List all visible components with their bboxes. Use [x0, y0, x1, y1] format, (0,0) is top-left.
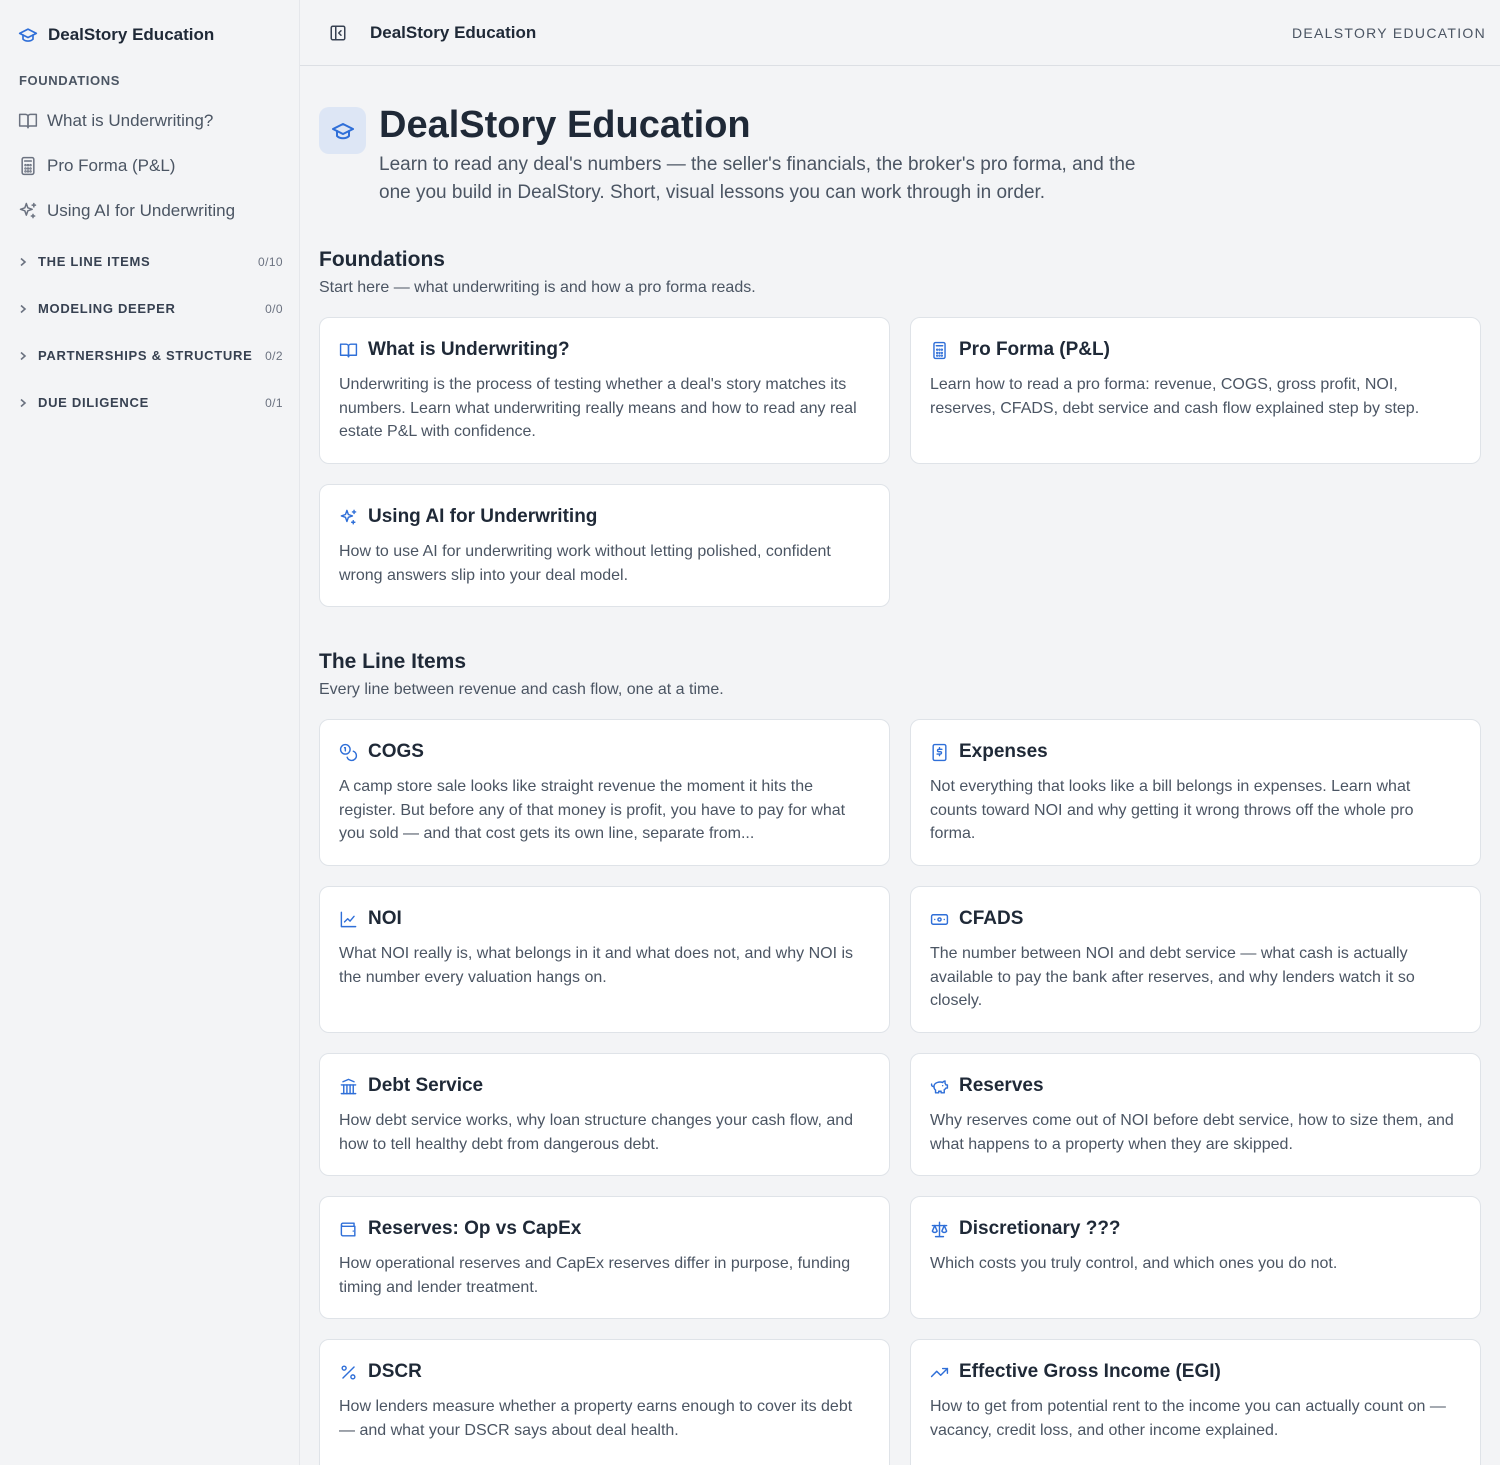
chevron-right-icon [18, 304, 28, 314]
graduation-cap-icon [319, 107, 366, 154]
sidebar-group-label: THE LINE ITEMS [38, 254, 151, 269]
lesson-card-discretionary[interactable]: Discretionary ??? Which costs you truly … [910, 1196, 1481, 1319]
lesson-card-title: Discretionary ??? [959, 1218, 1121, 1239]
lesson-card-description: How debt service works, why loan structu… [339, 1112, 854, 1153]
line-chart-icon [339, 910, 358, 929]
sidebar-group-count: 0/1 [265, 395, 283, 410]
section-title: The Line Items [319, 650, 467, 673]
sidebar-item-label: What is Underwriting? [47, 110, 214, 130]
lesson-card-pro-forma[interactable]: Pro Forma (P&L) Learn how to read a pro … [910, 317, 1481, 464]
sidebar-group-modeling-deeper[interactable]: MODELING DEEPER 0/0 [0, 285, 299, 332]
calculator-icon [930, 341, 949, 360]
lesson-card-description: The number between NOI and debt service … [930, 945, 1415, 1009]
lesson-card-description: What NOI really is, what belongs in it a… [339, 945, 854, 986]
lesson-card-debt-service[interactable]: Debt Service How debt service works, why… [319, 1053, 890, 1176]
banknote-icon [930, 910, 949, 929]
book-icon [18, 111, 38, 131]
lesson-card-title: Reserves: Op vs CapEx [368, 1218, 582, 1239]
lesson-card-title: Pro Forma (P&L) [959, 339, 1110, 360]
section-subtitle: Every line between revenue and cash flow… [319, 681, 724, 698]
lesson-card-description: Underwriting is the process of testing w… [339, 376, 857, 440]
lesson-card-title: Debt Service [368, 1075, 484, 1096]
main-content: DealStory Education Learn to read any de… [319, 67, 1481, 1465]
sidebar-group-partnerships[interactable]: PARTNERSHIPS & STRUCTURE 0/2 [0, 332, 299, 379]
sidebar-group-count: 0/0 [265, 301, 283, 316]
chevron-right-icon [18, 398, 28, 408]
sidebar-item-label: Pro Forma (P&L) [47, 155, 176, 175]
section-title: Foundations [319, 248, 445, 271]
sidebar-group-count: 0/2 [265, 348, 283, 363]
lesson-card-description: How lenders measure whether a property e… [339, 1398, 853, 1439]
sidebar-toggle-icon[interactable] [328, 23, 348, 43]
lesson-card-reserves[interactable]: Reserves Why reserves come out of NOI be… [910, 1053, 1481, 1176]
lesson-card-description: How to get from potential rent to the in… [930, 1398, 1446, 1439]
sidebar-item-pro-forma[interactable]: Pro Forma (P&L) [18, 143, 299, 188]
section-line-items: The Line Items Every line between revenu… [319, 650, 1481, 1465]
page-subtitle: Learn to read any deal's numbers — the s… [379, 154, 1136, 203]
lesson-card-noi[interactable]: NOI What NOI really is, what belongs in … [319, 886, 890, 1033]
sidebar-group-due-diligence[interactable]: DUE DILIGENCE 0/1 [0, 379, 299, 426]
lesson-card-cogs[interactable]: COGS A camp store sale looks like straig… [319, 719, 890, 866]
lesson-card-title: Effective Gross Income (EGI) [959, 1361, 1221, 1382]
chevron-right-icon [18, 351, 28, 361]
chevron-right-icon [18, 257, 28, 267]
lesson-card-title: COGS [368, 741, 424, 762]
lesson-card-description: Learn how to read a pro forma: revenue, … [930, 376, 1420, 417]
scale-icon [930, 1220, 949, 1239]
lesson-card-description: Which costs you truly control, and which… [930, 1255, 1338, 1272]
calculator-icon [18, 156, 38, 176]
trending-up-icon [930, 1363, 949, 1382]
lesson-card-title: Using AI for Underwriting [368, 506, 598, 527]
sidebar-group-label: DUE DILIGENCE [38, 395, 149, 410]
lesson-card-title: NOI [368, 908, 402, 929]
sidebar-item-what-is-underwriting[interactable]: What is Underwriting? [18, 98, 299, 143]
coins-icon [339, 743, 358, 762]
wallet-icon [339, 1220, 358, 1239]
section-subtitle: Start here — what underwriting is and ho… [319, 279, 756, 296]
top-bar-brand: DEALSTORY EDUCATION [1291, 24, 1486, 41]
sidebar-brand-label: DealStory Education [48, 25, 215, 44]
lesson-card-dscr[interactable]: DSCR How lenders measure whether a prope… [319, 1339, 890, 1465]
lesson-card-description: Why reserves come out of NOI before debt… [930, 1112, 1454, 1153]
sidebar-group-label: PARTNERSHIPS & STRUCTURE [38, 348, 253, 363]
sidebar-group-label: MODELING DEEPER [38, 301, 176, 316]
lesson-card-reserves-op-vs-capex[interactable]: Reserves: Op vs CapEx How operational re… [319, 1196, 890, 1319]
top-bar-title: DealStory Education [370, 22, 537, 42]
sparkles-icon [339, 508, 358, 527]
sidebar-group-line-items[interactable]: THE LINE ITEMS 0/10 [0, 238, 299, 285]
lesson-card-description: How to use AI for underwriting work with… [339, 543, 831, 584]
sidebar-item-using-ai[interactable]: Using AI for Underwriting [18, 188, 299, 233]
book-icon [339, 341, 358, 360]
top-bar: DealStory Education DEALSTORY EDUCATION [300, 0, 1500, 66]
sparkles-icon [18, 201, 38, 221]
piggy-bank-icon [930, 1077, 949, 1096]
lesson-card-title: DSCR [368, 1361, 422, 1382]
lesson-card-what-is-underwriting[interactable]: What is Underwriting? Underwriting is th… [319, 317, 890, 464]
lesson-card-title: What is Underwriting? [368, 339, 570, 360]
lesson-card-description: Not everything that looks like a bill be… [930, 778, 1414, 842]
lesson-card-expenses[interactable]: Expenses Not everything that looks like … [910, 719, 1481, 866]
sidebar-section-label: FOUNDATIONS [19, 73, 120, 88]
hero: DealStory Education Learn to read any de… [319, 104, 1481, 207]
graduation-cap-icon [18, 25, 38, 45]
bank-icon [339, 1077, 358, 1096]
lesson-card-using-ai[interactable]: Using AI for Underwriting How to use AI … [319, 484, 890, 607]
sidebar-brand[interactable]: DealStory Education [0, 0, 299, 46]
lesson-card-title: CFADS [959, 908, 1024, 929]
lesson-card-description: A camp store sale looks like straight re… [339, 778, 846, 842]
lesson-card-description: How operational reserves and CapEx reser… [339, 1255, 851, 1296]
lesson-card-title: Reserves [959, 1075, 1044, 1096]
lesson-card-egi[interactable]: Effective Gross Income (EGI) How to get … [910, 1339, 1481, 1465]
sidebar-item-label: Using AI for Underwriting [47, 200, 236, 220]
page-title: DealStory Education [379, 104, 751, 146]
lesson-card-title: Expenses [959, 741, 1048, 762]
percent-icon [339, 1363, 358, 1382]
sidebar: DealStory Education FOUNDATIONS What is … [0, 0, 300, 1465]
section-foundations: Foundations Start here — what underwriti… [319, 248, 1481, 607]
lesson-card-cfads[interactable]: CFADS The number between NOI and debt se… [910, 886, 1481, 1033]
receipt-icon [930, 743, 949, 762]
sidebar-group-count: 0/10 [258, 254, 283, 269]
